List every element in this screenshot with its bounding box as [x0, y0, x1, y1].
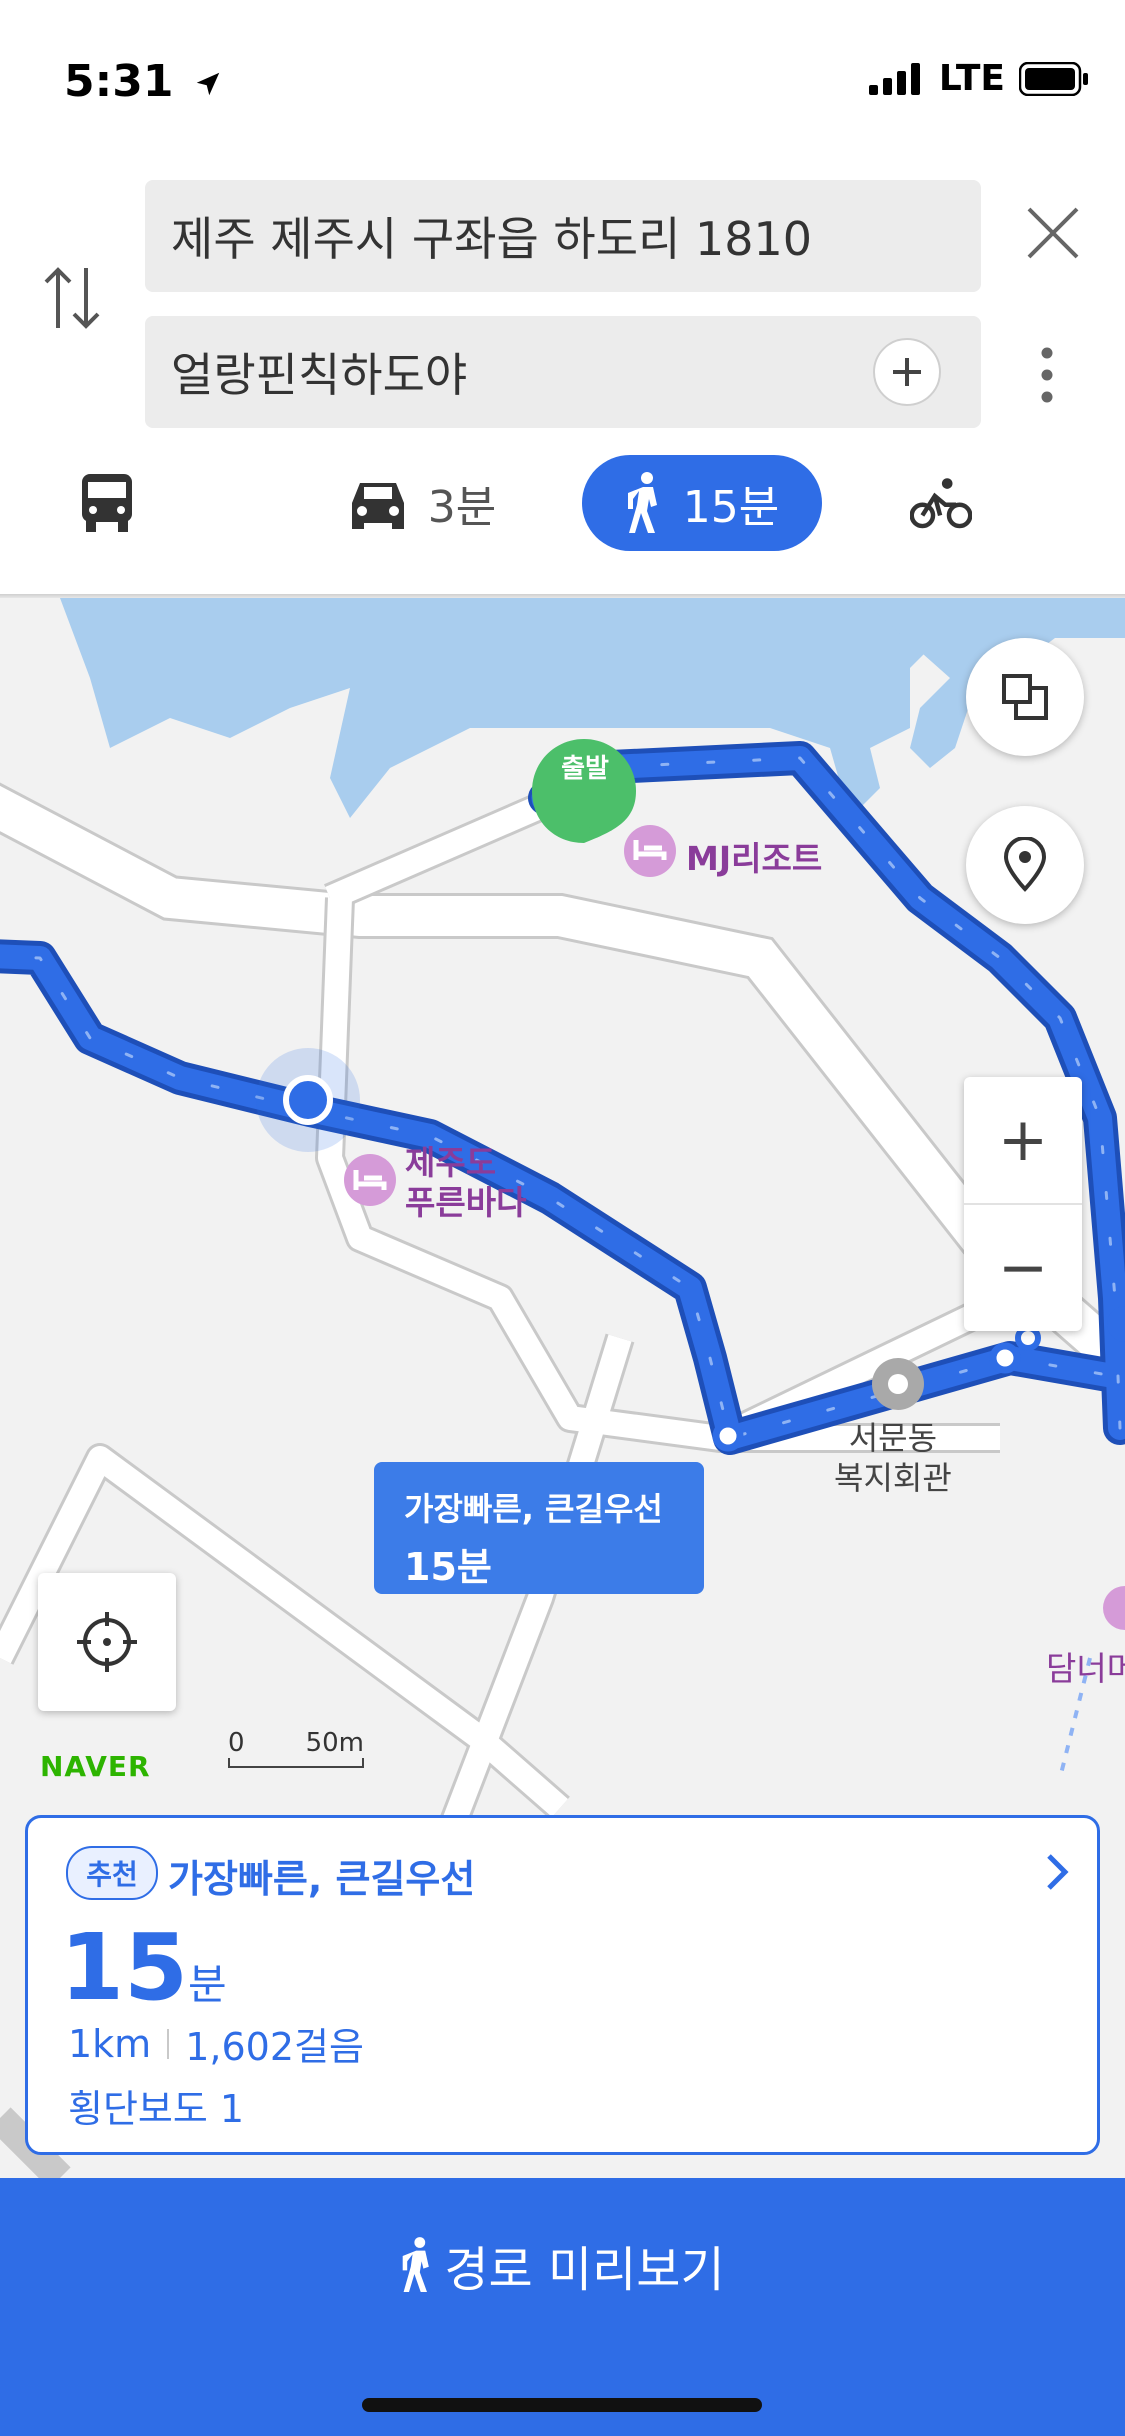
route-stats: 1km 1,602걸음	[68, 2016, 364, 2071]
divider	[167, 2028, 170, 2059]
crosshair-icon	[77, 1612, 137, 1672]
poi-damneomeo[interactable]: 담너머	[1046, 1642, 1125, 1690]
walk-icon	[627, 472, 657, 533]
facility-poi-icon	[872, 1358, 924, 1410]
tab-walk[interactable]: 15분	[582, 455, 822, 551]
zoom-controls: + −	[964, 1077, 1082, 1331]
home-indicator	[362, 2398, 762, 2412]
hotel-poi-icon	[624, 825, 676, 877]
location-pin-icon	[1003, 837, 1047, 892]
bus-icon	[82, 474, 132, 532]
plus-icon	[893, 358, 921, 386]
close-icon[interactable]	[1025, 205, 1081, 261]
route-distance: 1km	[68, 2021, 152, 2066]
recommended-badge: 추천	[66, 1846, 158, 1900]
tab-transit[interactable]	[70, 455, 162, 551]
start-marker-label[interactable]: 출발	[552, 748, 618, 785]
route-steps: 1,602걸음	[185, 2025, 364, 2069]
swap-direction-icon[interactable]	[40, 262, 104, 334]
route-preview-button[interactable]: 경로 미리보기	[0, 2230, 1125, 2300]
tab-car[interactable]: 3분	[336, 455, 506, 551]
naver-logo: NAVER	[40, 1750, 151, 1783]
walk-icon	[403, 2237, 430, 2292]
map-layers-button[interactable]	[966, 638, 1084, 756]
chevron-right-icon[interactable]	[1043, 1850, 1071, 1894]
map-scale: 0 50m	[228, 1728, 364, 1768]
poi-mj-resort[interactable]: MJ리조트	[686, 832, 822, 880]
locate-me-button[interactable]	[38, 1573, 176, 1711]
poi-icon-partial	[1103, 1586, 1125, 1630]
poi-seomundong-welfare[interactable]: 서문동 복지회관	[834, 1418, 952, 1498]
network-label: LTE	[938, 58, 1005, 99]
route-node	[1015, 1325, 1041, 1351]
route-duration: 15분	[60, 1914, 227, 2021]
destination-input[interactable]: 얼랑핀칙하도야	[145, 316, 981, 428]
bicycle-icon	[910, 478, 972, 529]
tab-bike[interactable]	[910, 455, 990, 551]
add-waypoint-button[interactable]	[873, 338, 941, 406]
poi-jeju-blue-sea[interactable]: 제주도 푸른바다	[405, 1143, 526, 1223]
route-crosswalks: 횡단보도 1	[68, 2087, 245, 2131]
route-preview-bar: 경로 미리보기	[0, 2178, 1125, 2436]
hotel-poi-icon	[344, 1154, 396, 1206]
route-node	[989, 1342, 1021, 1374]
route-summary-card[interactable]: 추천 가장빠른, 큰길우선 15분 1km 1,602걸음 횡단보도 1	[25, 1815, 1100, 2155]
status-indicators: LTE	[868, 58, 1089, 99]
battery-icon	[1019, 61, 1088, 96]
transport-mode-tabs: 3분 15분	[0, 455, 1125, 570]
layers-icon	[1002, 674, 1048, 720]
zoom-out-button[interactable]: −	[964, 1205, 1082, 1331]
route-title: 가장빠른, 큰길우선	[168, 1857, 476, 1901]
signal-icon	[868, 62, 920, 95]
route-node	[712, 1420, 744, 1452]
origin-input[interactable]: 제주 제주시 구좌읍 하도리 1810	[145, 180, 981, 292]
status-time: 5:31	[64, 56, 223, 107]
map-pin-button[interactable]	[966, 806, 1084, 924]
current-location-dot	[283, 1075, 333, 1125]
route-label-bubble[interactable]: 가장빠른, 큰길우선 15분	[374, 1462, 704, 1594]
zoom-in-button[interactable]: +	[964, 1077, 1082, 1203]
more-options-icon[interactable]	[1040, 346, 1054, 404]
car-icon	[351, 483, 404, 529]
location-arrow-icon	[196, 72, 220, 96]
